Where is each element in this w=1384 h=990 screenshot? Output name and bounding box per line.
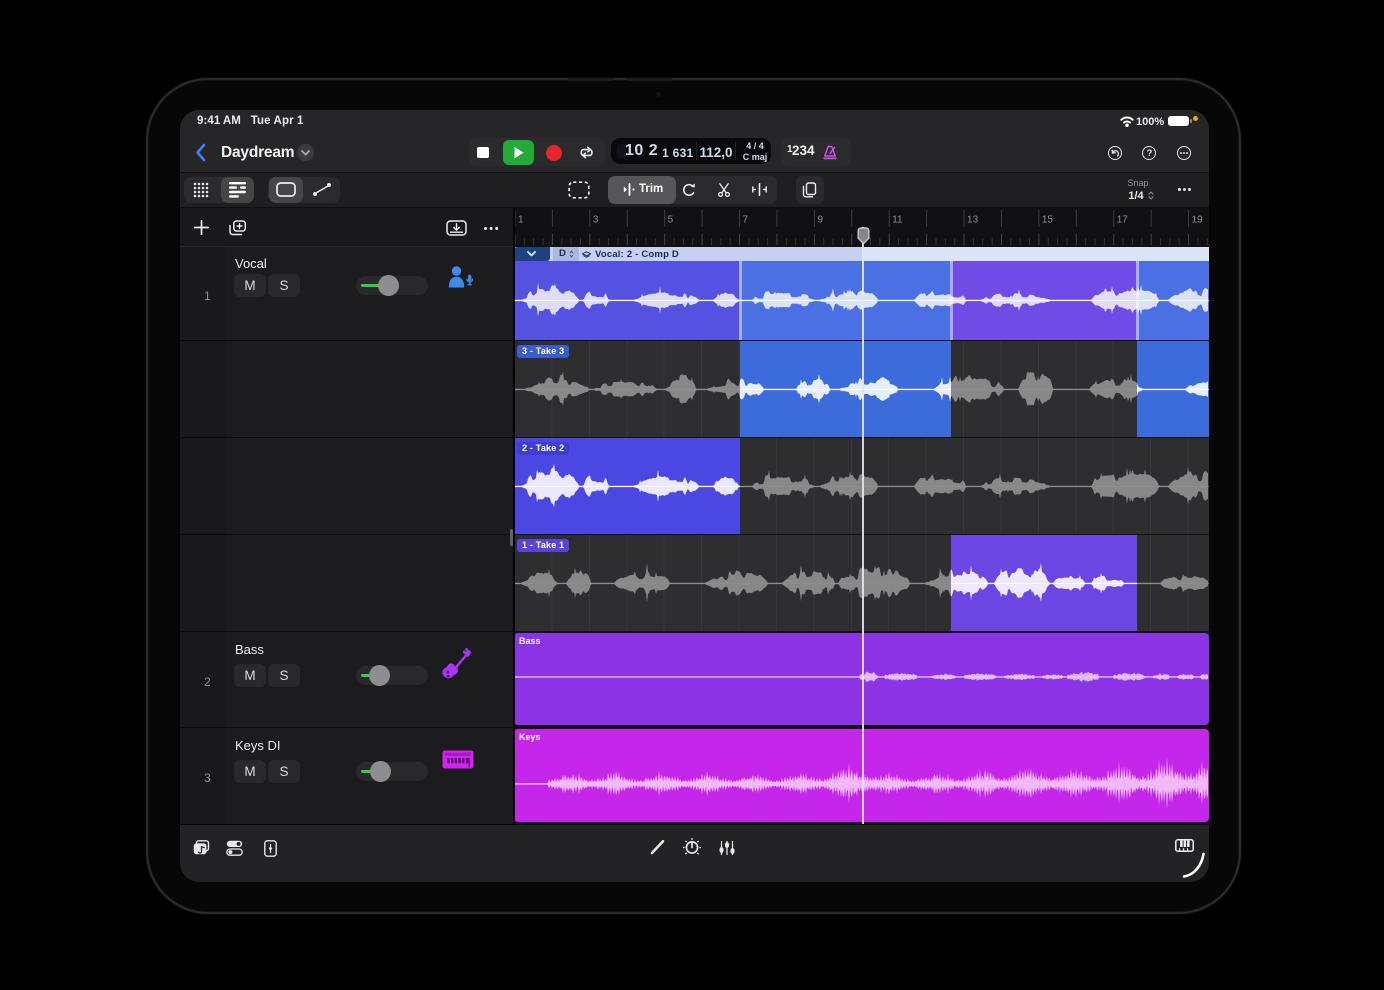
svg-text:13: 13 [967,215,979,226]
svg-text:3: 3 [593,215,599,226]
svg-text:9: 9 [817,215,823,226]
svg-text:7: 7 [743,215,749,226]
svg-text:19: 19 [1192,215,1204,226]
svg-text:15: 15 [1042,215,1054,226]
svg-text:5: 5 [668,215,674,226]
svg-text:17: 17 [1117,215,1129,226]
svg-text:11: 11 [892,215,903,226]
svg-text:1: 1 [518,215,524,226]
